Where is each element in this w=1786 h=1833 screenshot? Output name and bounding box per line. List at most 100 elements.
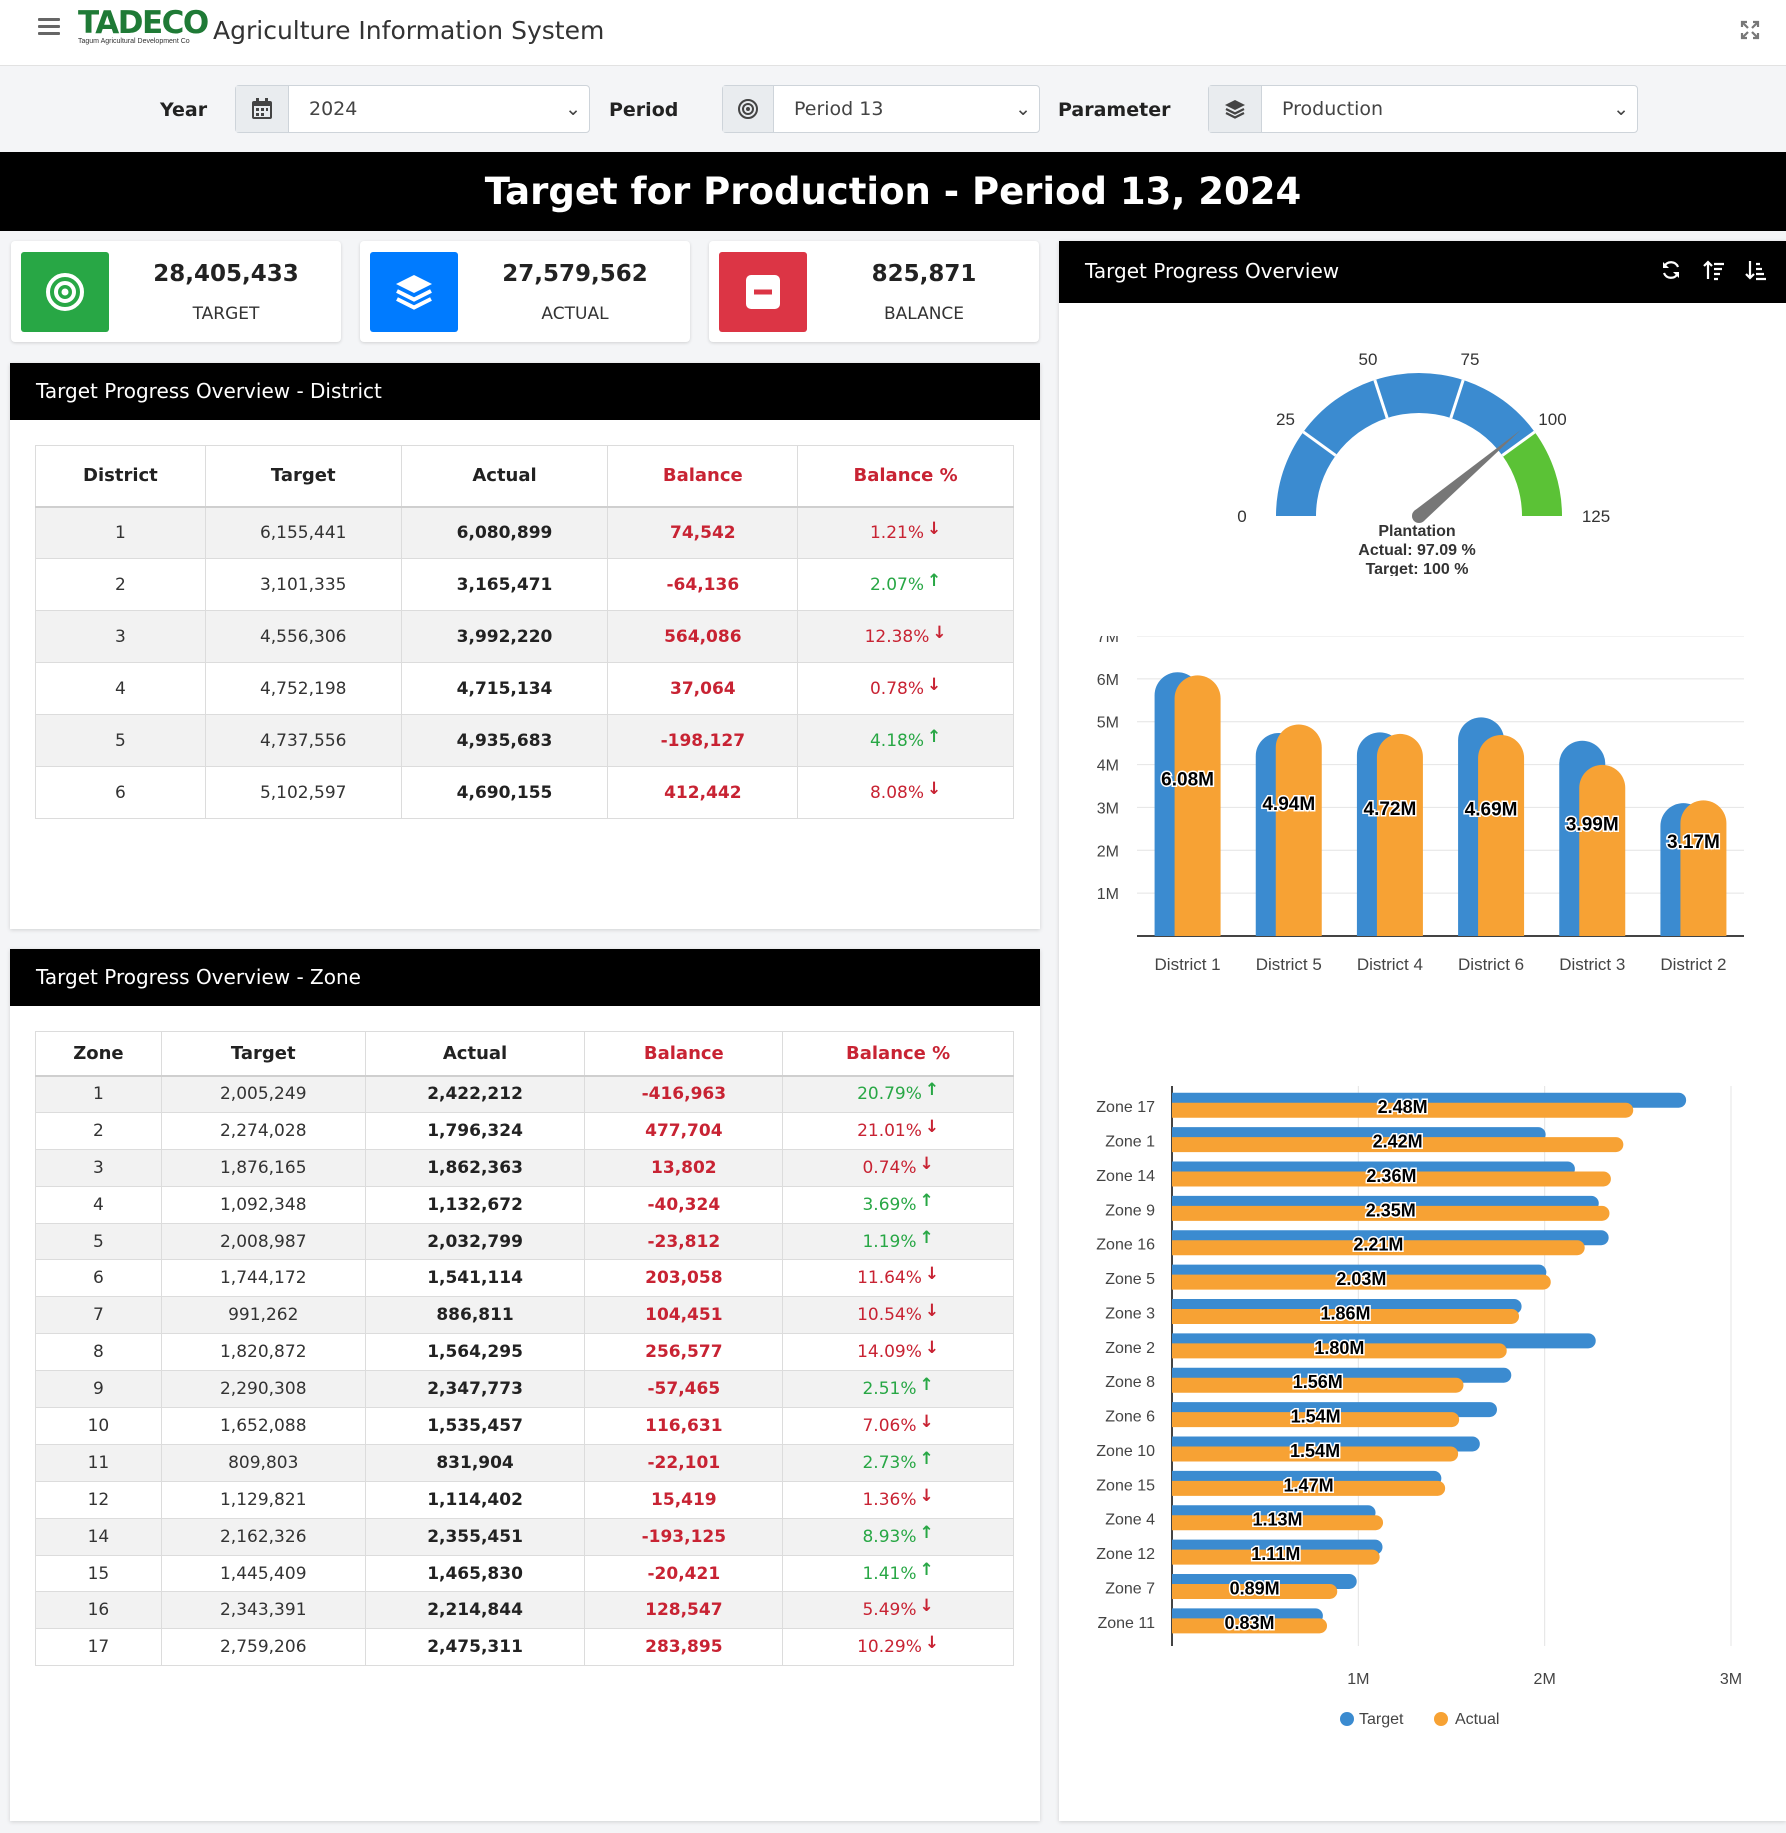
fullscreen-icon[interactable] — [1740, 20, 1760, 40]
zone-cell-balance: -22,101 — [584, 1443, 784, 1482]
district-cell-balance: 74,542 — [607, 506, 799, 559]
refresh-icon[interactable] — [1660, 259, 1684, 281]
sort-ascending-icon[interactable] — [1702, 259, 1726, 281]
gauge-tick-label: 25 — [1276, 410, 1295, 429]
district-header-district: District — [35, 445, 206, 508]
data-label: 3.17M — [1667, 832, 1720, 853]
arrow-down-icon: ↓ — [926, 674, 942, 695]
data-label: 4.94M — [1262, 794, 1315, 815]
x-tick-label: 1M — [1347, 1671, 1369, 1688]
arrow-down-icon: ↓ — [932, 622, 947, 643]
zone-cell-balance: -20,421 — [584, 1554, 784, 1593]
sort-descending-icon[interactable] — [1744, 259, 1768, 281]
gauge-chart: 0 25 50 75 100 125 Plantation Actual: 97.09 % Ta… — [1237, 350, 1610, 576]
district-cell-balance: 412,442 — [607, 766, 799, 819]
zone-cell-balance: -40,324 — [584, 1185, 784, 1224]
district-cell-target: 4,737,556 — [204, 714, 402, 767]
zone-cell-target: 1,652,088 — [160, 1407, 366, 1445]
zone-cell-actual: 2,214,844 — [364, 1591, 586, 1630]
zone-cell-balance-pct: 10.54% ↓ — [782, 1296, 1014, 1335]
zone-cell-target: 2,162,326 — [160, 1517, 366, 1556]
period-select[interactable]: Period 13 ⌄ — [722, 85, 1040, 133]
legend-actual-label: Actual — [1455, 1711, 1499, 1728]
period-label: Period — [609, 99, 679, 121]
gauge-actual-text: Actual: 97.09 % — [1358, 542, 1475, 559]
year-select-value[interactable]: 2024 ⌄ — [289, 86, 589, 132]
zone-cell-balance-pct: 14.09% ↓ — [782, 1333, 1014, 1372]
district-cell-balance: -198,127 — [607, 714, 799, 767]
zone-cell-actual: 831,904 — [364, 1443, 586, 1482]
table-row: 5 4,737,556 4,935,683 -198,127 4.18% ↑ — [35, 714, 1014, 767]
district-cell-balance-pct: 1.21% ↓ — [797, 506, 1014, 559]
zone-cell-id: 15 — [35, 1554, 162, 1593]
zone-cell-target: 1,092,348 — [160, 1185, 366, 1224]
zone-cell-balance-pct: 3.69% ↑ — [782, 1185, 1014, 1224]
table-row: 4 1,092,348 1,132,672 -40,324 3.69% ↑ — [35, 1185, 1014, 1224]
zone-cell-actual: 1,535,457 — [364, 1407, 586, 1445]
zone-cell-target: 2,008,987 — [160, 1222, 366, 1261]
calendar-icon — [236, 86, 289, 132]
zone-cell-balance: -23,812 — [584, 1222, 784, 1261]
x-tick-label: District 1 — [1155, 955, 1221, 974]
y-tick-label: 1M — [1097, 886, 1119, 903]
parameter-select[interactable]: Production ⌄ — [1208, 85, 1638, 133]
gauge-needle — [1414, 430, 1521, 522]
actual-bar — [1579, 764, 1626, 936]
zone-cell-balance: 477,704 — [584, 1111, 784, 1150]
zone-cell-actual: 886,811 — [364, 1296, 586, 1335]
menu-icon[interactable] — [38, 18, 60, 38]
period-select-value[interactable]: Period 13 ⌄ — [774, 86, 1039, 132]
gauge-tick-label: 75 — [1461, 350, 1480, 369]
zone-cell-actual: 1,796,324 — [364, 1111, 586, 1150]
y-tick-label: Zone 15 — [1096, 1477, 1155, 1494]
x-tick-label: District 3 — [1559, 955, 1625, 974]
data-label: 6.08M — [1161, 770, 1214, 791]
zone-cell-actual: 1,132,672 — [364, 1185, 586, 1224]
actual-bar — [1376, 733, 1423, 936]
table-row: 3 1,876,165 1,862,363 13,802 0.74% ↓ — [35, 1148, 1014, 1187]
zone-cell-id: 9 — [35, 1370, 162, 1409]
x-tick-label: District 5 — [1256, 955, 1322, 974]
zone-cell-actual: 2,475,311 — [364, 1628, 586, 1667]
parameter-select-value[interactable]: Production ⌄ — [1262, 86, 1637, 132]
zone-cell-balance-pct: 2.73% ↑ — [782, 1443, 1014, 1482]
arrow-up-icon: ↑ — [919, 1190, 934, 1211]
y-tick-label: Zone 7 — [1105, 1580, 1155, 1597]
data-label: 1.47M — [1284, 1475, 1334, 1495]
arrow-down-icon: ↓ — [924, 1633, 940, 1654]
zone-cell-balance: 104,451 — [584, 1296, 784, 1335]
gauge-band-0 — [1276, 373, 1535, 516]
year-select[interactable]: 2024 ⌄ — [235, 85, 590, 133]
district-cell-actual: 4,690,155 — [400, 766, 609, 819]
table-row: 14 2,162,326 2,355,451 -193,125 8.93% ↑ — [35, 1517, 1014, 1556]
arrow-up-icon: ↑ — [924, 1080, 940, 1101]
logo[interactable]: TADECO Tagum Agricultural Development Co — [78, 6, 209, 45]
arrow-down-icon: ↓ — [926, 518, 942, 539]
zone-cell-balance-pct: 21.01% ↓ — [782, 1111, 1014, 1150]
table-row: 2 2,274,028 1,796,324 477,704 21.01% ↓ — [35, 1111, 1014, 1150]
zone-cell-id: 6 — [35, 1259, 162, 1298]
district-cell-balance-pct: 8.08% ↓ — [797, 766, 1014, 819]
overview-card: Target Progress Overview 0 25 50 75 100 125 Pl… — [1059, 241, 1786, 1821]
y-tick-label: Zone 9 — [1105, 1202, 1155, 1219]
table-row: 5 2,008,987 2,032,799 -23,812 1.19% ↑ — [35, 1222, 1014, 1261]
data-label: 1.54M — [1290, 1441, 1340, 1461]
y-tick-label: 2M — [1097, 843, 1119, 860]
zone-cell-id: 1 — [35, 1075, 162, 1113]
table-row: 7 991,262 886,811 104,451 10.54% ↓ — [35, 1296, 1014, 1335]
zone-cell-actual: 2,032,799 — [364, 1222, 586, 1261]
district-cell-actual: 4,715,134 — [400, 662, 609, 715]
zone-cell-target: 2,274,028 — [160, 1111, 366, 1150]
parameter-label: Parameter — [1058, 99, 1171, 121]
zone-cell-balance-pct: 5.49% ↓ — [782, 1591, 1014, 1630]
legend-target-label: Target — [1359, 1711, 1404, 1728]
zone-cell-balance-pct: 2.51% ↑ — [782, 1370, 1014, 1409]
table-row: 15 1,445,409 1,465,830 -20,421 1.41% ↑ — [35, 1554, 1014, 1593]
zone-cell-balance-pct: 7.06% ↓ — [782, 1407, 1014, 1445]
zone-cell-target: 809,803 — [160, 1443, 366, 1482]
district-cell-balance: -64,136 — [607, 558, 799, 611]
zone-cell-id: 4 — [35, 1185, 162, 1224]
zone-cell-id: 10 — [35, 1407, 162, 1445]
district-card: Target Progress Overview - District Dist… — [10, 363, 1040, 929]
page-title-banner: Target for Production - Period 13, 2024 — [0, 152, 1786, 231]
